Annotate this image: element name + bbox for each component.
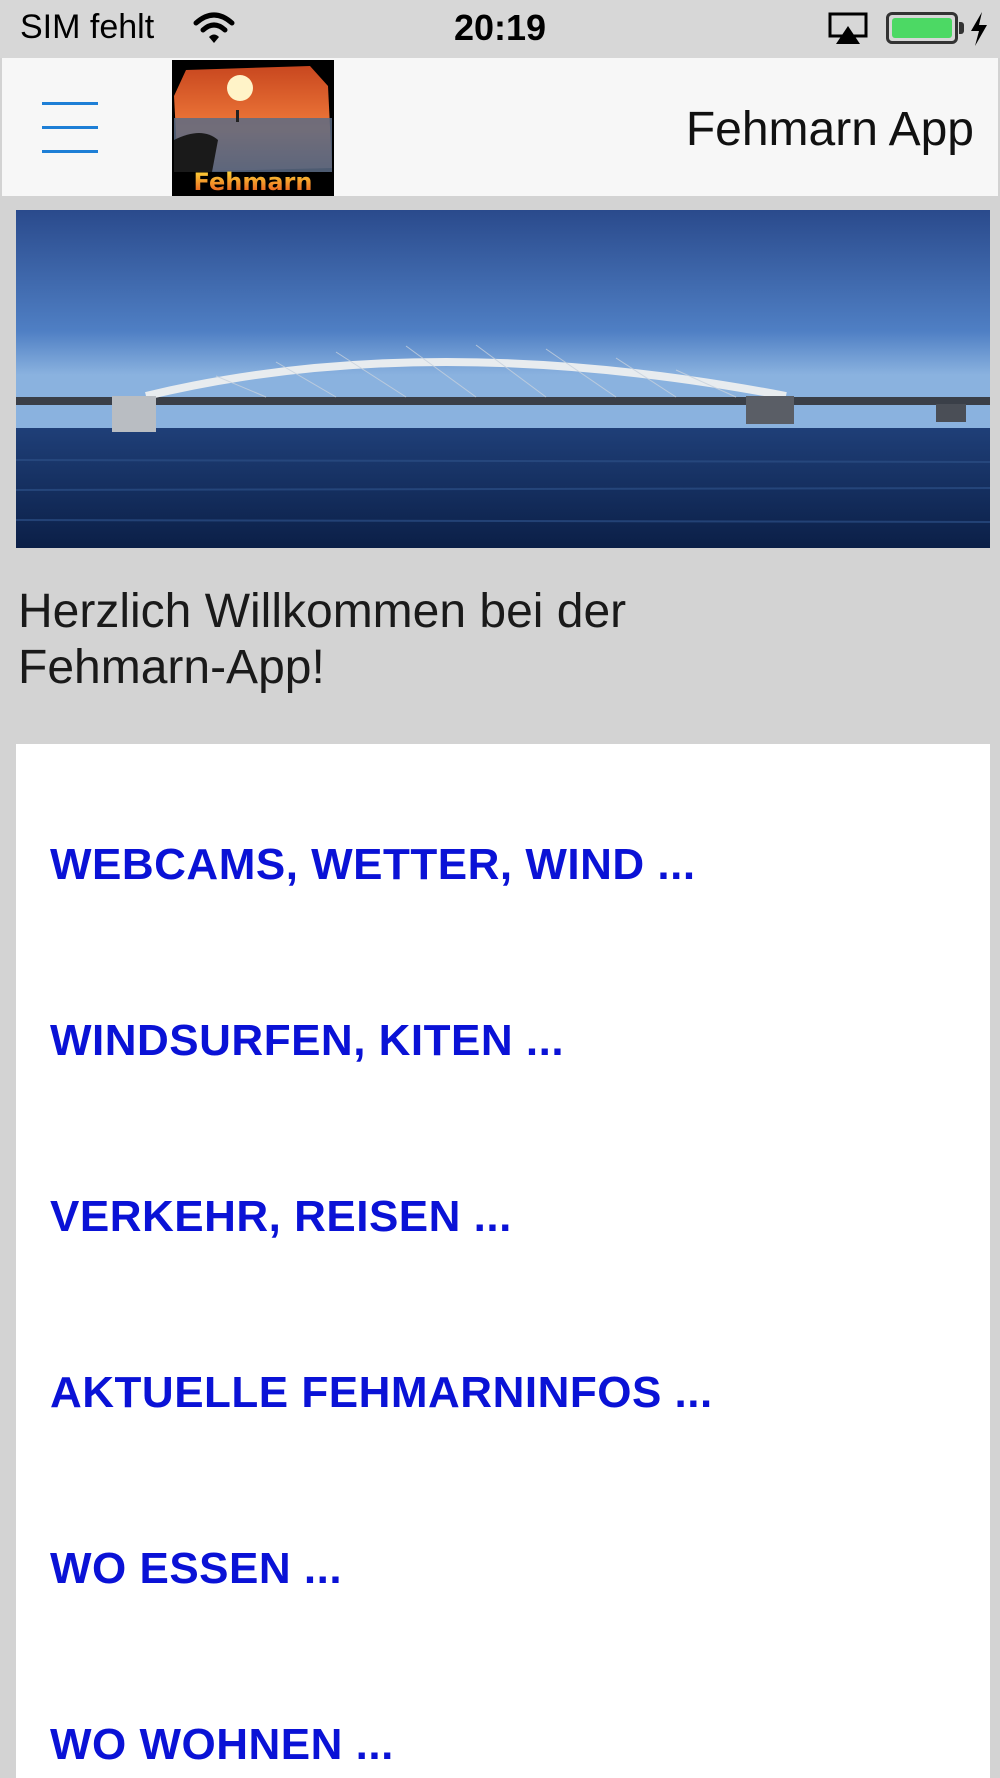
welcome-line-1: Herzlich Willkommen bei der [18,585,627,638]
menu-list: WEBCAMS, WETTER, WIND ... WINDSURFEN, KI… [16,744,990,1778]
menu-link-fehmarninfos[interactable]: AKTUELLE FEHMARNINFOS ... [50,1368,713,1418]
logo-text: Fehmarn [194,168,313,196]
charging-bolt-icon [971,12,987,46]
hamburger-menu-icon[interactable] [42,98,98,158]
navigation-bar: Fehmarn Fehmarn App [2,58,998,196]
battery-nub [959,22,964,34]
battery-icon [886,12,958,44]
airplay-icon [828,12,868,44]
menu-link-windsurfen[interactable]: WINDSURFEN, KITEN ... [50,1016,564,1066]
bridge-hero-image [16,210,990,548]
app-title: Fehmarn App [685,103,974,156]
status-bar: SIM fehlt 20:19 [0,0,1000,58]
menu-link-verkehr[interactable]: VERKEHR, REISEN ... [50,1192,512,1242]
menu-link-wo-essen[interactable]: WO ESSEN ... [50,1544,342,1594]
hamburger-line [42,126,98,129]
welcome-line-2: Fehmarn-App! [18,641,325,694]
fehmarn-logo: Fehmarn [172,60,334,196]
menu-link-webcams[interactable]: WEBCAMS, WETTER, WIND ... [50,840,696,890]
hamburger-line [42,150,98,153]
welcome-text: Herzlich Willkommen bei der Fehmarn-App! [18,584,978,696]
battery-level [892,18,952,38]
menu-link-wo-wohnen[interactable]: WO WOHNEN ... [50,1720,394,1770]
hamburger-line [42,102,98,105]
